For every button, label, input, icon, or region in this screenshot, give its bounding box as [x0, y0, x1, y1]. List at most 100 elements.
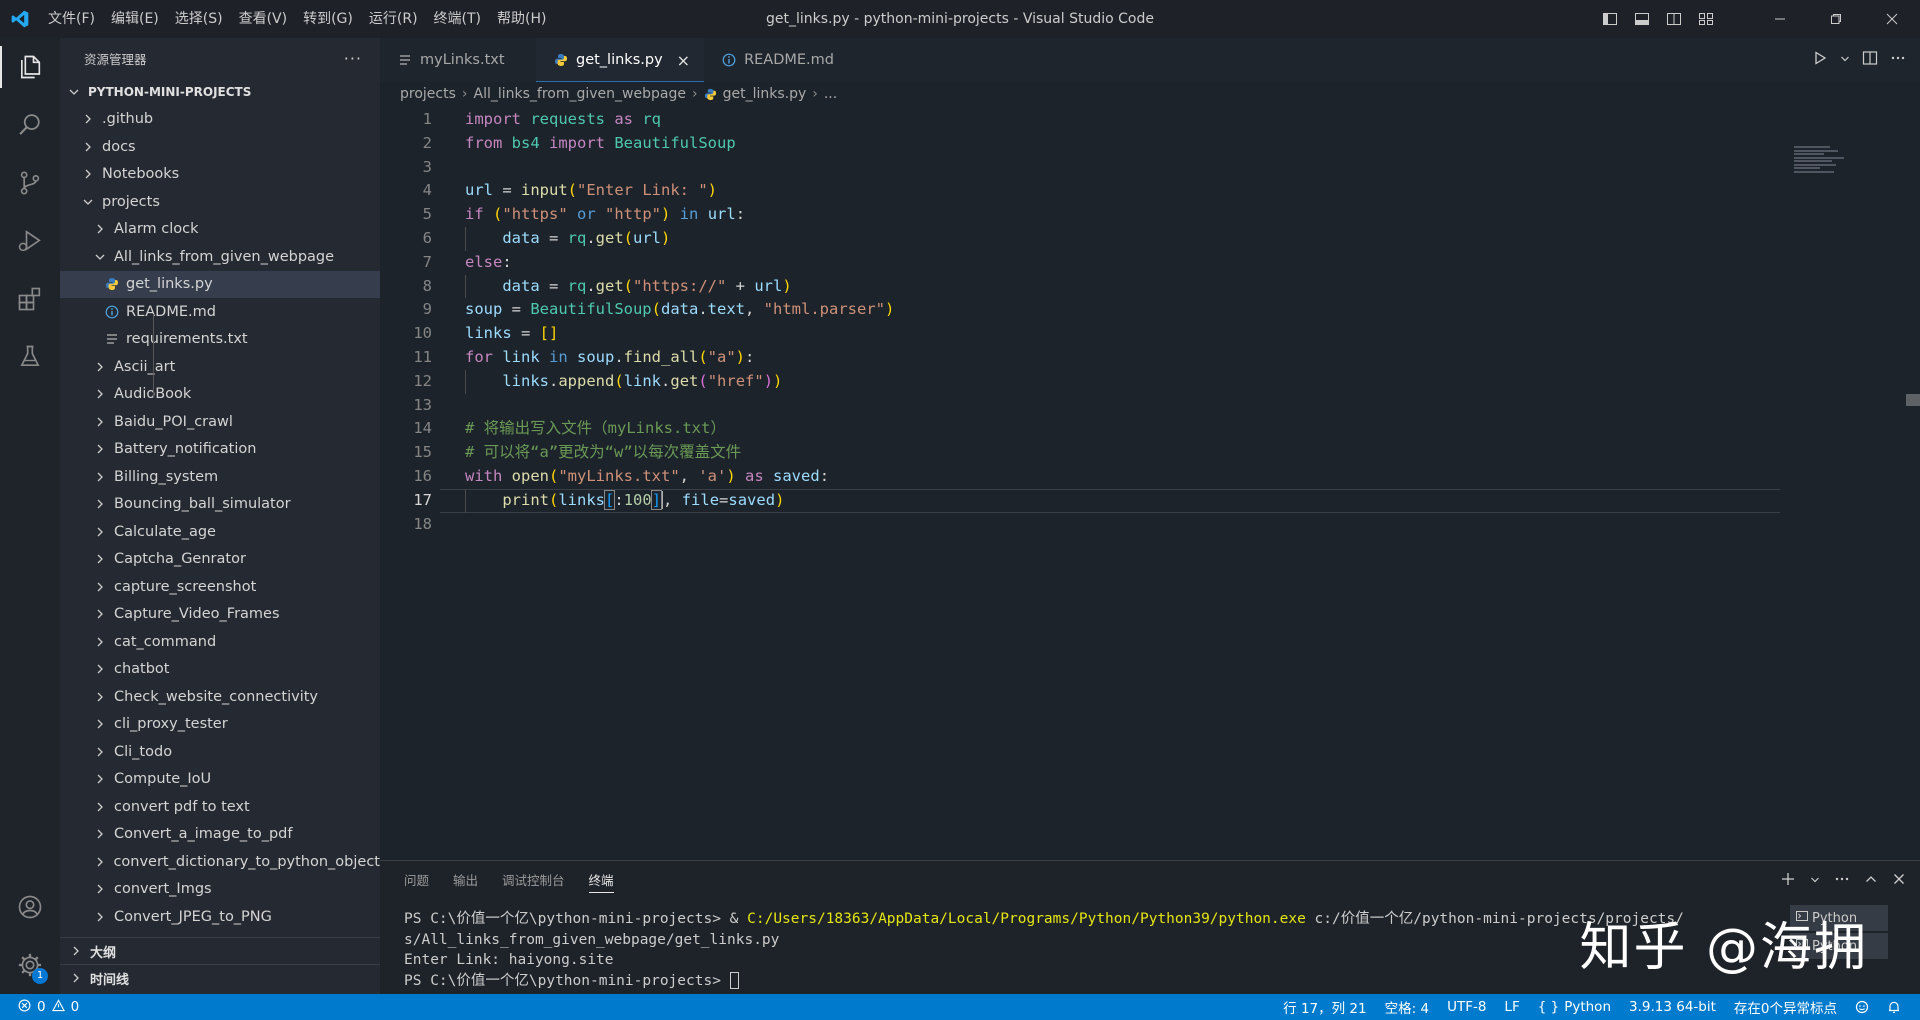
minimap[interactable] — [1794, 146, 1846, 186]
breadcrumb-item[interactable]: projects — [400, 86, 456, 102]
manage-activity[interactable]: 1 — [0, 936, 60, 994]
tab-close-button[interactable]: × — [677, 51, 690, 70]
tree-folder[interactable]: chatbot — [60, 656, 380, 684]
timeline-section[interactable]: 时间线 — [60, 964, 380, 991]
menu-run[interactable]: 运行(R) — [361, 6, 426, 32]
toggle-panel-icon[interactable] — [1628, 5, 1656, 33]
terminal-output[interactable]: PS C:\价值一个亿\python-mini-projects> & C:/U… — [404, 909, 1684, 991]
menu-view[interactable]: 查看(V) — [231, 6, 296, 32]
tree-folder[interactable]: Captcha_Genrator — [60, 546, 380, 574]
tree-folder[interactable]: Battery_notification — [60, 436, 380, 464]
tree-folder[interactable]: Bouncing_ball_simulator — [60, 491, 380, 519]
breadcrumb-item[interactable]: ... — [824, 86, 837, 102]
tree-folder[interactable]: convert pdf to text — [60, 793, 380, 821]
menu-file[interactable]: 文件(F) — [40, 6, 103, 32]
toggle-sidebar-icon[interactable] — [1596, 5, 1624, 33]
close-window-button[interactable] — [1864, 0, 1920, 38]
feedback-icon[interactable] — [1846, 1000, 1878, 1014]
accounts-activity[interactable] — [0, 878, 60, 936]
tab-get-links-py[interactable]: get_links.py × — [536, 38, 705, 82]
new-terminal-icon[interactable] — [1780, 871, 1796, 891]
maximize-panel-icon[interactable] — [1864, 872, 1878, 890]
code-editor[interactable]: 1 import requests as rq 2 from bs4 import B… — [380, 108, 1920, 536]
tree-folder[interactable]: Calculate_age — [60, 518, 380, 546]
tab-debug-console[interactable]: 调试控制台 — [502, 861, 565, 901]
run-debug-activity[interactable] — [0, 212, 60, 270]
run-python-file-icon[interactable] — [1812, 50, 1828, 70]
notifications-bell-icon[interactable] — [1878, 1000, 1910, 1014]
explorer-more-button[interactable]: ··· — [344, 49, 362, 68]
more-actions-icon[interactable] — [1834, 871, 1850, 891]
menu-edit[interactable]: 编辑(E) — [103, 6, 167, 32]
tree-folder[interactable]: Convert_a_image_to_pdf — [60, 821, 380, 849]
testing-activity[interactable] — [0, 328, 60, 386]
indentation[interactable]: 空格: 4 — [1376, 997, 1438, 1017]
toggle-secondary-sidebar-icon[interactable] — [1660, 5, 1688, 33]
tree-folder[interactable]: capture_screenshot — [60, 573, 380, 601]
tree-folder[interactable]: convert_dictionary_to_python_object — [60, 848, 380, 876]
chevron-down-icon[interactable] — [1810, 874, 1820, 889]
extensions-activity[interactable] — [0, 270, 60, 328]
tree-folder[interactable]: projects — [60, 188, 380, 216]
text-file-icon — [398, 53, 412, 67]
python-interpreter[interactable]: 3.9.13 64-bit — [1620, 999, 1725, 1015]
tree-folder[interactable]: Alarm clock — [60, 216, 380, 244]
tree-folder[interactable]: AudioBook — [60, 381, 380, 409]
tree-folder[interactable]: Ascii_art — [60, 353, 380, 381]
tab-mylinks-txt[interactable]: myLinks.txt — [380, 38, 536, 82]
tree-folder[interactable]: Convert_JPEG_to_PNG — [60, 903, 380, 931]
customize-layout-icon[interactable] — [1692, 5, 1720, 33]
punctuation-status[interactable]: 存在0个异常标点 — [1725, 997, 1846, 1017]
tree-folder[interactable]: cat_command — [60, 628, 380, 656]
tab-terminal[interactable]: 终端 — [588, 861, 614, 901]
tab-output[interactable]: 输出 — [453, 861, 478, 901]
code-line: 5 if ("https" or "http") in url: — [380, 203, 1920, 227]
minimize-button[interactable] — [1752, 0, 1808, 38]
menu-terminal[interactable]: 终端(T) — [426, 6, 489, 32]
tree-folder[interactable]: Check_website_connectivity — [60, 683, 380, 711]
more-actions-icon[interactable] — [1890, 50, 1906, 70]
breadcrumb-item[interactable]: get_links.py — [723, 86, 807, 102]
tree-folder[interactable]: Compute_IoU — [60, 766, 380, 794]
language-mode[interactable]: { } Python — [1529, 999, 1620, 1015]
tree-file[interactable]: README.md — [60, 298, 380, 326]
code-line: 1 import requests as rq — [380, 108, 1920, 132]
status-problems[interactable]: 0 0 — [0, 998, 79, 1016]
cursor-position[interactable]: 行 17，列 21 — [1274, 997, 1375, 1017]
outline-section[interactable]: 大纲 — [60, 937, 380, 964]
restore-button[interactable] — [1808, 0, 1864, 38]
tree-folder[interactable]: Billing_system — [60, 463, 380, 491]
tab-problems[interactable]: 问题 — [404, 861, 429, 901]
line-number: 12 — [413, 371, 432, 390]
tree-folder[interactable]: Notebooks — [60, 161, 380, 189]
file-encoding[interactable]: UTF-8 — [1438, 999, 1495, 1015]
tree-folder[interactable]: All_links_from_given_webpage — [60, 243, 380, 271]
tree-file[interactable]: requirements.txt — [60, 326, 380, 354]
search-activity[interactable] — [0, 96, 60, 154]
code-text: data = rq.get("https://" + url) — [432, 275, 791, 299]
close-panel-icon[interactable] — [1892, 872, 1906, 890]
end-of-line[interactable]: LF — [1495, 999, 1528, 1015]
tree-folder[interactable]: Cli_todo — [60, 738, 380, 766]
tree-folder[interactable]: .github — [60, 106, 380, 134]
chevron-down-icon[interactable] — [1840, 53, 1850, 68]
code-token: ( — [623, 276, 634, 295]
tree-folder[interactable]: docs — [60, 133, 380, 161]
tree-folder[interactable]: Baidu_POI_crawl — [60, 408, 380, 436]
tab-readme-md[interactable]: README.md — [704, 38, 860, 82]
menu-selection[interactable]: 选择(S) — [167, 6, 231, 32]
menu-help[interactable]: 帮助(H) — [489, 6, 554, 32]
workspace-root[interactable]: PYTHON-MINI-PROJECTS — [60, 78, 380, 106]
source-control-activity[interactable] — [0, 154, 60, 212]
line-number: 16 — [413, 466, 432, 485]
menu-go[interactable]: 转到(G) — [295, 6, 361, 32]
breadcrumb-item[interactable]: All_links_from_given_webpage — [474, 86, 686, 102]
code-token: saved — [773, 466, 820, 485]
tree-file[interactable]: get_links.py — [60, 270, 380, 298]
explorer-activity[interactable] — [0, 38, 60, 96]
split-editor-icon[interactable] — [1862, 50, 1878, 70]
tree-folder[interactable]: cli_proxy_tester — [60, 711, 380, 739]
editor-scrollbar[interactable] — [1906, 394, 1920, 406]
tree-folder[interactable]: Capture_Video_Frames — [60, 601, 380, 629]
tree-folder[interactable]: convert_Imgs — [60, 876, 380, 904]
